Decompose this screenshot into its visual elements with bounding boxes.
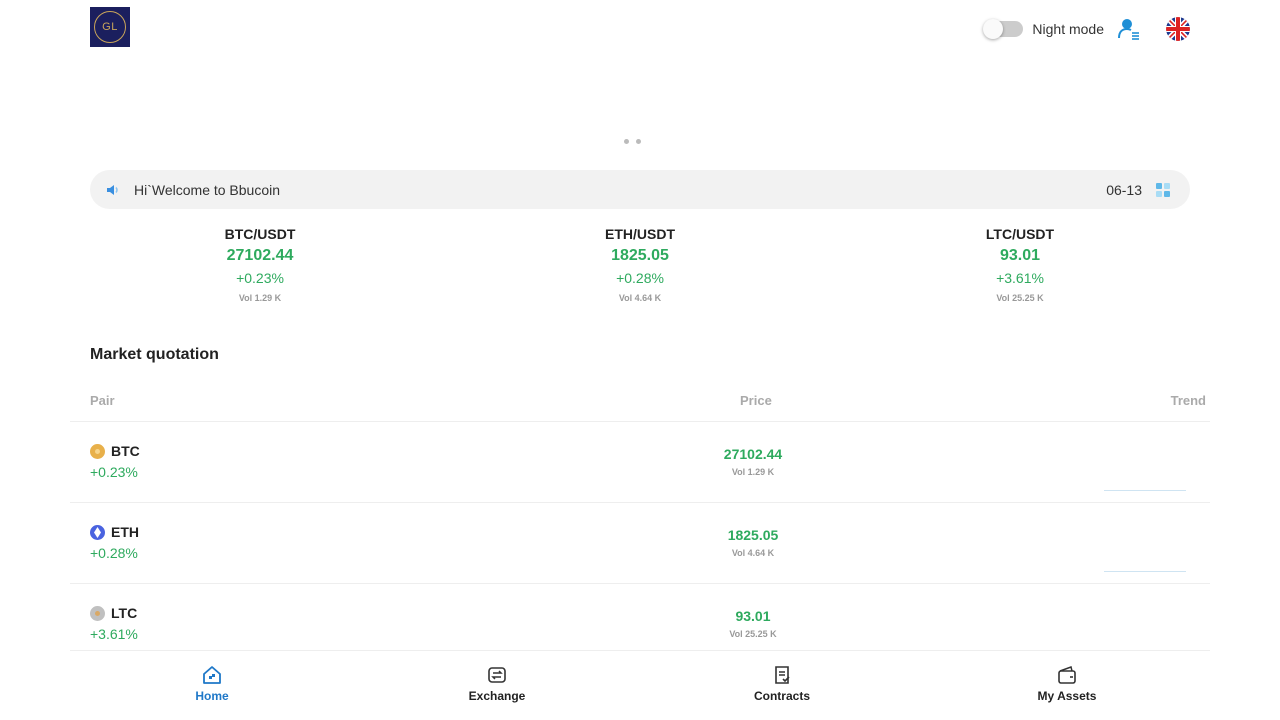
coin-volume: Vol 25.25 K [729, 629, 777, 639]
trend-sparkline [1104, 490, 1186, 491]
ticker-price: 27102.44 [226, 247, 294, 264]
grid-icon[interactable] [1156, 182, 1170, 197]
banner-dot[interactable] [624, 139, 629, 144]
nav-label: Home [195, 689, 229, 703]
nav-contracts[interactable]: Contracts [712, 665, 852, 703]
nav-exchange[interactable]: Exchange [427, 665, 567, 703]
ticker-card-eth[interactable]: ETH/USDT 1825.05 +0.28% Vol 4.64 K [540, 226, 740, 303]
ticker-volume: Vol 25.25 K [996, 293, 1044, 303]
nav-my-assets[interactable]: My Assets [997, 665, 1137, 703]
coin: ETH [90, 524, 139, 540]
coin-volume: Vol 4.64 K [731, 548, 775, 558]
ticker-pair: BTC/USDT [224, 226, 296, 242]
coin-name: LTC [111, 605, 138, 621]
ticker-pair: LTC/USDT [985, 226, 1055, 242]
coin-price: 1825.05 [727, 527, 779, 543]
night-mode-toggle[interactable] [983, 19, 1024, 39]
bitcoin-icon [90, 443, 105, 459]
ethereum-icon [90, 524, 105, 540]
ticker-change: +0.23% [236, 270, 284, 286]
nav-home[interactable]: Home [142, 665, 282, 703]
user-icon[interactable] [1118, 18, 1140, 40]
wallet-icon [1058, 666, 1076, 684]
ticker-change: +0.28% [616, 270, 664, 286]
column-trend: Trend [1170, 393, 1206, 408]
logo-text: GL [94, 11, 126, 43]
coin-change: +3.61% [90, 626, 138, 642]
ticker-change: +3.61% [996, 270, 1044, 286]
market-row-btc[interactable]: BTC +0.23% 27102.44 Vol 1.29 K [70, 422, 1210, 503]
logo[interactable]: GL [90, 7, 130, 47]
contracts-icon [775, 666, 790, 684]
header-controls: Night mode [983, 14, 1190, 44]
uk-flag-icon[interactable] [1166, 17, 1190, 41]
banner-pagination[interactable] [624, 139, 641, 144]
ticker-price: 1825.05 [611, 247, 669, 264]
ticker-price: 93.01 [999, 247, 1041, 264]
coin: LTC [90, 605, 137, 621]
coin-price: 27102.44 [723, 446, 783, 462]
coin-name: BTC [111, 443, 140, 459]
ticker-card-ltc[interactable]: LTC/USDT 93.01 +3.61% Vol 25.25 K [920, 226, 1120, 303]
coin-volume: Vol 1.29 K [731, 467, 775, 477]
market-title: Market quotation [90, 346, 219, 363]
coin-change: +0.23% [90, 464, 138, 480]
notice-bar[interactable]: Hi`Welcome to Bbucoin 06-13 [90, 170, 1190, 209]
notice-text: Hi`Welcome to Bbucoin [134, 181, 281, 198]
exchange-icon [488, 667, 506, 683]
coin-change: +0.28% [90, 545, 138, 561]
bottom-nav: Home Exchange Contracts My Assets [70, 650, 1210, 720]
nav-label: My Assets [1037, 689, 1097, 703]
banner-dot[interactable] [636, 139, 641, 144]
toggle-knob [983, 19, 1004, 39]
speaker-icon [107, 184, 118, 195]
coin-name: ETH [111, 524, 139, 540]
ticker-card-btc[interactable]: BTC/USDT 27102.44 +0.23% Vol 1.29 K [160, 226, 360, 303]
column-pair: Pair [90, 393, 115, 408]
ticker-pair: ETH/USDT [605, 226, 675, 242]
notice-date: 06-13 [1106, 181, 1142, 198]
coin: BTC [90, 443, 140, 459]
trend-sparkline [1104, 571, 1186, 572]
market-row-eth[interactable]: ETH +0.28% 1825.05 Vol 4.64 K [70, 503, 1210, 584]
coin-price: 93.01 [735, 608, 771, 624]
ticker-volume: Vol 4.64 K [618, 293, 662, 303]
column-price: Price [740, 393, 772, 408]
nav-label: Exchange [468, 689, 526, 703]
night-mode-label: Night mode [1032, 21, 1104, 37]
ticker-volume: Vol 1.29 K [238, 293, 282, 303]
nav-label: Contracts [753, 689, 810, 703]
litecoin-icon [90, 605, 105, 621]
market-table-header: Pair Price Trend [70, 390, 1210, 422]
home-icon [203, 666, 221, 684]
